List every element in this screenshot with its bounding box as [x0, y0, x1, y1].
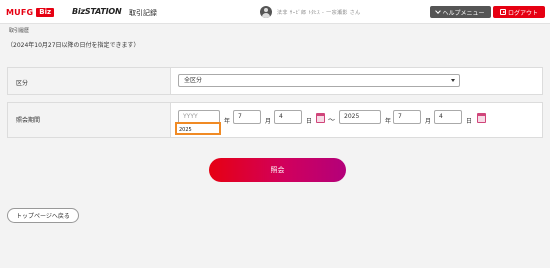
back-to-top-button[interactable]: トップページへ戻る — [7, 208, 79, 223]
to-calendar-icon[interactable] — [477, 113, 486, 123]
year-autocomplete-suggestion[interactable]: 2025 — [175, 122, 221, 135]
breadcrumb: 取引履歴 — [9, 28, 30, 34]
to-month-value: 7 — [398, 113, 402, 120]
caret-down-icon — [451, 79, 455, 82]
period-label: 照会期間 — [16, 117, 41, 124]
app-header: MUFG Biz BizSTATION 取引記録 法非 ｻｰﾋﾞ郎 ﾄﾀﾋｽ -… — [0, 0, 550, 24]
help-menu-button[interactable]: ヘルプメニュー — [430, 6, 491, 18]
category-select[interactable]: 全区分 — [178, 74, 460, 87]
logout-icon — [499, 9, 506, 15]
to-month-input[interactable]: 7 — [393, 110, 421, 124]
from-calendar-icon[interactable] — [316, 113, 325, 123]
help-menu-label: ヘルプメニュー — [442, 9, 485, 17]
from-day-input[interactable]: 4 — [274, 110, 302, 124]
mufg-biz-logo[interactable]: MUFG Biz — [6, 7, 55, 17]
from-month-unit: 月 — [265, 118, 272, 125]
to-month-unit: 月 — [425, 118, 432, 125]
to-year-input[interactable]: 2025 — [339, 110, 381, 124]
to-day-value: 4 — [439, 113, 443, 120]
user-name: 法非 ｻｰﾋﾞ郎 ﾄﾀﾋｽ - 一宗瀬影 さん — [277, 10, 361, 16]
to-day-input[interactable]: 4 — [434, 110, 462, 124]
category-label: 区分 — [16, 80, 29, 87]
range-separator: ～ — [328, 116, 335, 124]
date-range-note: （2024年10月27日以降の日付を指定できます） — [7, 42, 140, 49]
to-day-unit: 日 — [466, 118, 473, 125]
brand-badge: Biz — [36, 7, 55, 17]
from-year-placeholder: YYYY — [183, 113, 198, 120]
from-year-unit: 年 — [224, 118, 231, 125]
chevron-down-icon — [435, 8, 442, 14]
brand-name: MUFG — [6, 7, 34, 17]
search-button[interactable]: 照会 — [209, 158, 346, 182]
from-day-value: 4 — [279, 113, 283, 120]
logout-button[interactable]: ログアウト — [493, 6, 545, 18]
to-year-value: 2025 — [344, 113, 360, 120]
bizstation-logo[interactable]: BizSTATION — [72, 7, 122, 16]
from-month-value: 7 — [238, 113, 242, 120]
user-avatar-icon — [260, 6, 272, 18]
page-title: 取引記録 — [129, 9, 157, 17]
from-day-unit: 日 — [306, 118, 313, 125]
to-year-unit: 年 — [385, 118, 392, 125]
logout-label: ログアウト — [507, 9, 538, 17]
from-month-input[interactable]: 7 — [233, 110, 261, 124]
category-select-value: 全区分 — [184, 77, 203, 84]
